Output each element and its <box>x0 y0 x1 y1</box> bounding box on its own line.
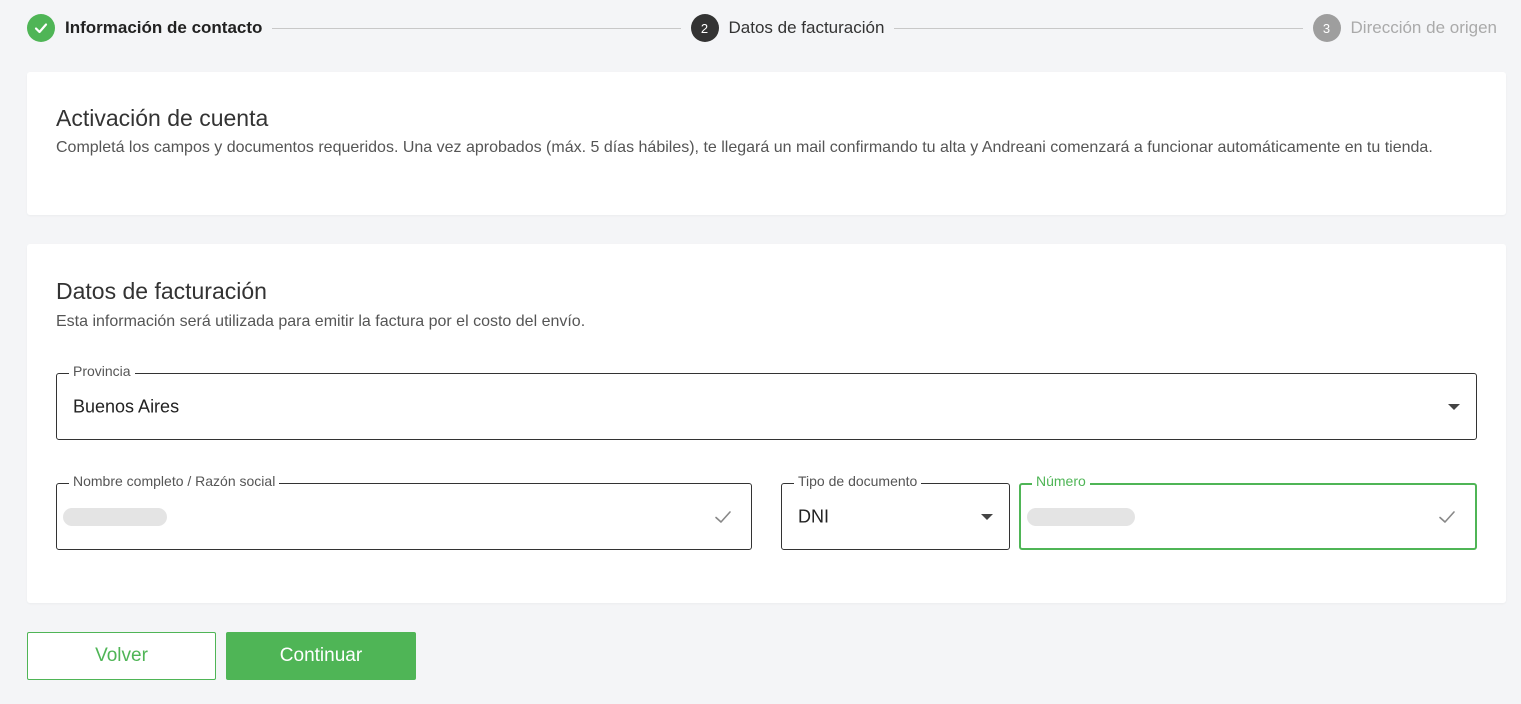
billing-title: Datos de facturación <box>56 278 267 304</box>
step-origin-address[interactable]: 3 Dirección de origen <box>1312 14 1497 42</box>
billing-data-card: Datos de facturación Esta información se… <box>27 244 1506 603</box>
step-billing-data[interactable]: 2 Datos de facturación <box>690 14 885 42</box>
full-name-input[interactable]: Nombre completo / Razón social <box>56 473 752 550</box>
chevron-down-icon[interactable] <box>1448 403 1460 410</box>
chevron-down-icon[interactable] <box>981 513 993 520</box>
step-number: 2 <box>690 14 719 42</box>
step-connector <box>272 27 681 29</box>
billing-description: Esta información será utilizada para emi… <box>56 313 586 330</box>
document-type-label: Tipo de documento <box>794 473 922 489</box>
activation-description: Completá los campos y documentos requeri… <box>56 139 1433 156</box>
step-contact-info[interactable]: Información de contacto <box>27 14 262 42</box>
step-label: Información de contacto <box>65 18 263 37</box>
document-number-label: Número <box>1032 473 1090 489</box>
check-icon <box>715 510 731 523</box>
step-label: Datos de facturación <box>728 18 885 37</box>
province-select[interactable]: Provincia Buenos Aires <box>56 363 1477 440</box>
check-circle-icon <box>27 14 55 42</box>
account-activation-card: Activación de cuenta Completá los campos… <box>27 72 1506 215</box>
step-number: 3 <box>1312 14 1341 42</box>
check-icon <box>1439 510 1455 523</box>
progress-stepper: Información de contacto 2 Datos de factu… <box>27 13 1497 43</box>
document-type-select[interactable]: Tipo de documento DNI <box>781 473 1010 550</box>
document-type-value: DNI <box>798 506 829 526</box>
step-connector <box>894 27 1303 29</box>
step-label: Dirección de origen <box>1350 18 1497 37</box>
redacted-value <box>1027 507 1135 526</box>
province-value: Buenos Aires <box>73 396 180 416</box>
redacted-value <box>63 507 167 526</box>
document-number-input[interactable]: Número <box>1019 473 1477 550</box>
province-label: Provincia <box>69 363 135 379</box>
continue-button[interactable]: Continuar <box>226 632 416 680</box>
full-name-label: Nombre completo / Razón social <box>69 473 280 489</box>
activation-title: Activación de cuenta <box>56 105 269 131</box>
back-button[interactable]: Volver <box>27 632 216 680</box>
